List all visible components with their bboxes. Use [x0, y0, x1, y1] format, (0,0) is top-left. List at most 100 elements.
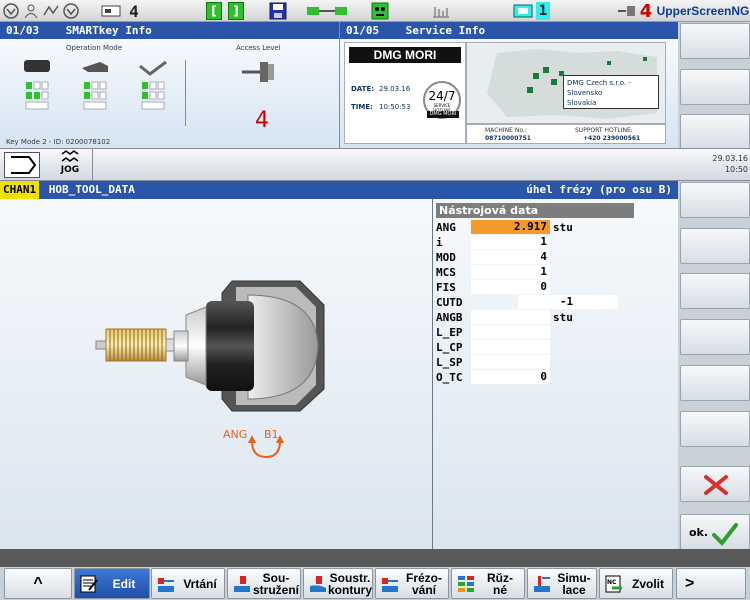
ok-button[interactable]: ok.: [680, 514, 750, 550]
various-button[interactable]: Rŭz-né: [451, 568, 525, 599]
divider: [92, 149, 93, 180]
param-input-l-cp[interactable]: [471, 340, 550, 354]
nc-stop-icon: ]: [228, 2, 244, 20]
divider: [185, 60, 186, 126]
service-title-text: Service Info: [405, 24, 486, 37]
next-button[interactable]: >: [676, 568, 746, 599]
service-card: DMG MORI DATE: 29.03.16 TIME: 10:50:53 2…: [344, 42, 466, 144]
svg-text:NC: NC: [607, 579, 617, 586]
access-level-value: 4: [255, 108, 269, 133]
various-label-2: né: [492, 582, 507, 597]
simulation-button[interactable]: Simu-lace: [527, 568, 597, 599]
access-key-icon: [240, 58, 280, 89]
next-label: >: [685, 574, 695, 592]
edit-icon: [80, 575, 98, 592]
param-row-angb[interactable]: ANGB stu: [436, 310, 676, 325]
param-label: CUTD: [436, 296, 463, 309]
param-input-mcs[interactable]: 1: [471, 265, 550, 279]
select-nc-button[interactable]: NC Zvolit: [599, 568, 673, 599]
hotline-label: SUPPORT HOTLINE:: [575, 127, 633, 134]
param-row-l-cp[interactable]: L_CP: [436, 340, 676, 355]
disk-icon: [268, 2, 288, 20]
upper-softkey-1[interactable]: [680, 23, 750, 59]
operation-mode-label: Operation Mode: [66, 44, 123, 52]
horizontal-softkey-bar: ^ Edit Vrtání Sou-stružení Soustr. kontur…: [0, 567, 750, 600]
badge-text: 24/7: [428, 89, 456, 103]
param-row-cutd[interactable]: CUTD -1: [436, 295, 676, 310]
param-input-ang[interactable]: 2.917: [471, 220, 550, 234]
check-icon: [712, 523, 738, 547]
param-row-i[interactable]: i 1: [436, 235, 676, 250]
drive-icon: [62, 2, 80, 20]
param-row-mod[interactable]: MOD 4: [436, 250, 676, 265]
jog-icon: [61, 150, 79, 162]
smartkey-title-text: SMARTkey Info: [65, 24, 152, 37]
network-icon: [304, 2, 350, 20]
param-row-o-tc[interactable]: O_TC 0: [436, 370, 676, 385]
param-unit: stu: [553, 311, 573, 324]
badge-brand: DMG MORI: [427, 111, 459, 118]
param-label: ANG: [436, 221, 456, 234]
param-label: O_TC: [436, 371, 463, 384]
param-input-l-ep[interactable]: [471, 325, 550, 339]
company-line-2: Slovensko: [567, 89, 603, 97]
upper-softkey-2[interactable]: [680, 69, 750, 105]
turning-label-2: stružení: [252, 582, 299, 597]
service-title-num: 01/05: [346, 24, 380, 37]
hob-tool-illustration: [95, 280, 325, 412]
param-row-l-ep[interactable]: L_EP: [436, 325, 676, 340]
param-row-ang[interactable]: ANG 2.917 stu: [436, 220, 676, 235]
feed-icon: [42, 2, 60, 20]
param-row-l-sp[interactable]: L_SP: [436, 355, 676, 370]
param-label: ANGB: [436, 311, 463, 324]
vsoftkey-2[interactable]: [680, 228, 750, 264]
cancel-button[interactable]: [680, 466, 750, 502]
drilling-button[interactable]: Vrtání: [151, 568, 225, 599]
param-input-i[interactable]: 1: [471, 235, 550, 249]
key-mode-3-icon: [138, 58, 168, 131]
vsoftkey-6[interactable]: [680, 411, 750, 447]
simulation-label-2: lace: [562, 582, 586, 597]
smartkey-panel: 01/03 SMARTkey Info Operation Mode Acces…: [0, 22, 340, 148]
param-label: L_SP: [436, 356, 463, 369]
milling-button[interactable]: Frézo-vání: [375, 568, 449, 599]
param-input-fis[interactable]: 0: [471, 280, 550, 294]
key-mode-id: Key Mode 2 - ID: 0200078102: [6, 138, 111, 146]
vsoftkey-3[interactable]: [680, 273, 750, 309]
vsoftkey-1[interactable]: [680, 182, 750, 218]
channel-slot-number: 4: [129, 1, 139, 21]
time-label: TIME:: [351, 103, 373, 111]
select-label: Zvolit: [632, 576, 664, 591]
param-label: FIS: [436, 281, 456, 294]
up-label: ^: [33, 574, 43, 592]
param-input-o-tc[interactable]: 0: [471, 370, 550, 384]
simulation-icon: [534, 575, 550, 592]
edit-label: Edit: [112, 576, 136, 591]
dmg-mori-logo: DMG MORI: [349, 47, 461, 63]
param-input-angb[interactable]: [471, 310, 550, 324]
tool-data-header: Nástrojová data: [436, 203, 634, 218]
jog-mode-button[interactable]: JOG: [50, 150, 90, 180]
param-input-cutd[interactable]: -1: [518, 295, 618, 309]
drilling-icon: [158, 577, 174, 592]
coolant-icon: [430, 2, 452, 20]
param-row-mcs[interactable]: MCS 1: [436, 265, 676, 280]
param-input-mod[interactable]: 4: [471, 250, 550, 264]
param-input-l-sp[interactable]: [471, 355, 550, 369]
param-row-fis[interactable]: FIS 0: [436, 280, 676, 295]
machine-area-icon[interactable]: [4, 152, 40, 178]
drilling-label: Vrtání: [183, 576, 217, 591]
contour-turning-button[interactable]: Soustr. kontury: [303, 568, 373, 599]
milling-label: Frézo-vání: [400, 572, 448, 596]
contour-turning-icon: [310, 575, 326, 592]
edit-button[interactable]: Edit: [74, 568, 150, 599]
clock-time: 10:50: [724, 165, 748, 174]
vsoftkey-5[interactable]: [680, 365, 750, 401]
vsoftkey-4[interactable]: [680, 319, 750, 355]
rotation-arrow-icon: [248, 435, 284, 459]
upper-softkey-3[interactable]: [680, 114, 750, 150]
nc-start-icon: [: [206, 2, 222, 20]
contour-turning-label: Soustr. kontury: [328, 572, 372, 596]
turning-button[interactable]: Sou-stružení: [227, 568, 301, 599]
recall-button[interactable]: ^: [4, 568, 72, 599]
